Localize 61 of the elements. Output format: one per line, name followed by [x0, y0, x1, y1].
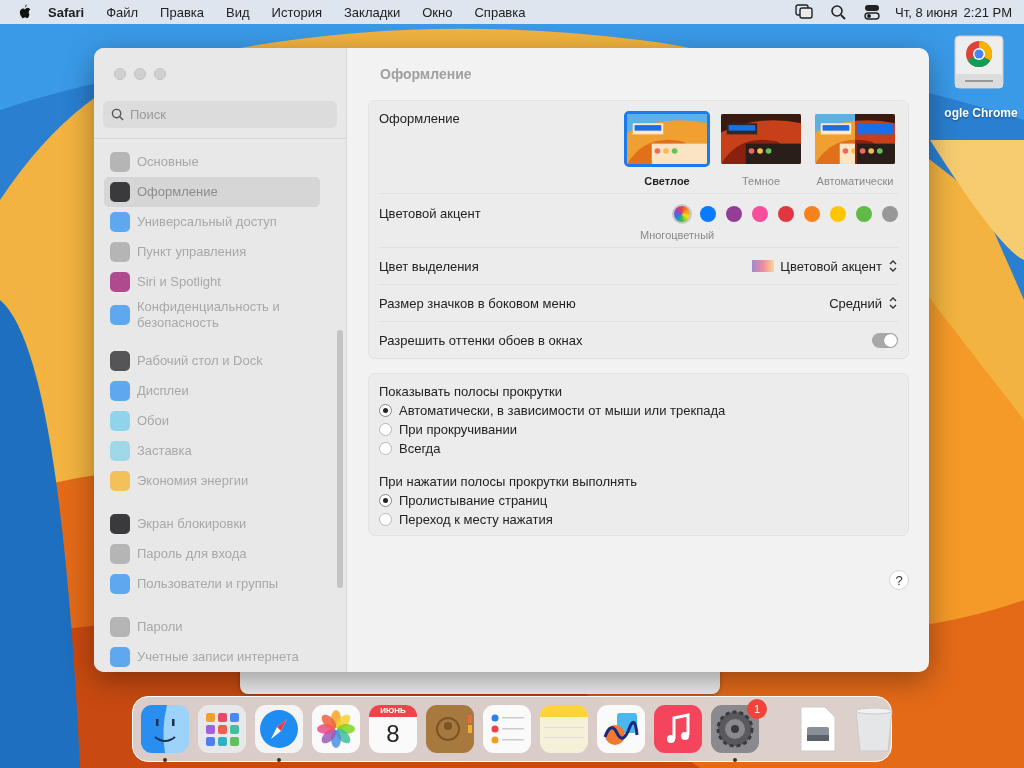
accent-color-swatch[interactable]: [778, 206, 794, 222]
help-button[interactable]: ?: [889, 570, 909, 590]
setting-label: Оформление: [379, 111, 460, 126]
search-field[interactable]: Поиск: [103, 101, 337, 128]
calendar-day: 8: [386, 717, 400, 751]
accent-color-swatch[interactable]: [804, 206, 820, 222]
menu-item[interactable]: Закладки: [333, 4, 412, 20]
toggles-icon[interactable]: [863, 4, 882, 20]
accent-color-swatch[interactable]: [856, 206, 872, 222]
group-heading: При нажатии полосы прокрутки выполнять: [379, 474, 639, 489]
music-note-icon[interactable]: [654, 705, 702, 753]
flower-icon[interactable]: [312, 705, 360, 753]
radio-option[interactable]: Автоматически, в зависимости от мыши или трекпада: [379, 403, 898, 418]
accent-color-swatch[interactable]: [752, 206, 768, 222]
radio-option[interactable]: Всегда: [379, 441, 898, 456]
desktop-icon-label[interactable]: ogle Chrome: [944, 106, 1018, 120]
setting-label: Цвет выделения: [379, 258, 479, 274]
window-title: Оформление: [380, 66, 473, 84]
icon-size-popup[interactable]: Средний: [829, 295, 898, 311]
accent-caption: Многоцветный: [640, 229, 715, 241]
group-heading: Показывать полосы прокрутки: [379, 384, 564, 399]
drive-with-wheel-icon[interactable]: [951, 34, 1007, 90]
radio-option[interactable]: При прокручивании: [379, 422, 898, 437]
scribble-icon[interactable]: [597, 705, 645, 753]
menu-item[interactable]: Вид: [215, 4, 261, 20]
menu-date[interactable]: Чт, 8 июня: [895, 4, 958, 20]
calendar-month: ИЮНЬ: [369, 705, 417, 717]
setting-label: Разрешить оттенки обоев в окнах: [379, 332, 583, 348]
menu-item[interactable]: Справка: [463, 4, 537, 20]
accent-color-swatch[interactable]: [830, 206, 846, 222]
calendar-icon[interactable]: ИЮНЬ 8: [369, 705, 417, 753]
compass-icon[interactable]: [255, 705, 303, 753]
accent-color-swatch[interactable]: [700, 206, 716, 222]
apple-logo-icon[interactable]: [18, 4, 32, 20]
scrollbar-thumb[interactable]: [337, 330, 343, 588]
menu-item[interactable]: Правка: [149, 4, 216, 20]
up-down-chevron-icon: [888, 295, 898, 311]
checklist-icon[interactable]: [483, 705, 531, 753]
setting-label: Цветовой акцент: [379, 206, 481, 221]
app-grid-icon[interactable]: [198, 705, 246, 753]
menu-item[interactable]: Файл: [95, 4, 150, 20]
toggle-switch[interactable]: [872, 332, 898, 348]
radio-option[interactable]: Переход к месту нажатия: [379, 512, 898, 527]
windows-icon[interactable]: [795, 4, 814, 20]
split-face-icon[interactable]: [141, 705, 189, 753]
search-icon: [111, 108, 124, 121]
accent-color-swatch[interactable]: [882, 206, 898, 222]
menu-time[interactable]: 2:21 PM: [963, 4, 1012, 20]
search-icon[interactable]: [829, 4, 848, 20]
menu-item[interactable]: История: [260, 4, 333, 20]
menu-app-name[interactable]: Safari: [32, 4, 96, 20]
address-book-icon[interactable]: [426, 705, 474, 753]
up-down-chevron-icon: [888, 258, 898, 274]
gear-icon[interactable]: [711, 705, 759, 753]
highlight-popup[interactable]: Цветовой акцент: [752, 258, 898, 274]
multicolor-swatch[interactable]: [674, 206, 690, 222]
menu-item[interactable]: Окно: [411, 4, 464, 20]
accent-color-swatch[interactable]: [726, 206, 742, 222]
radio-option[interactable]: Пролистывание страниц: [379, 493, 898, 508]
setting-label: Размер значков в боковом меню: [379, 295, 576, 311]
notification-badge: 1: [747, 699, 767, 719]
